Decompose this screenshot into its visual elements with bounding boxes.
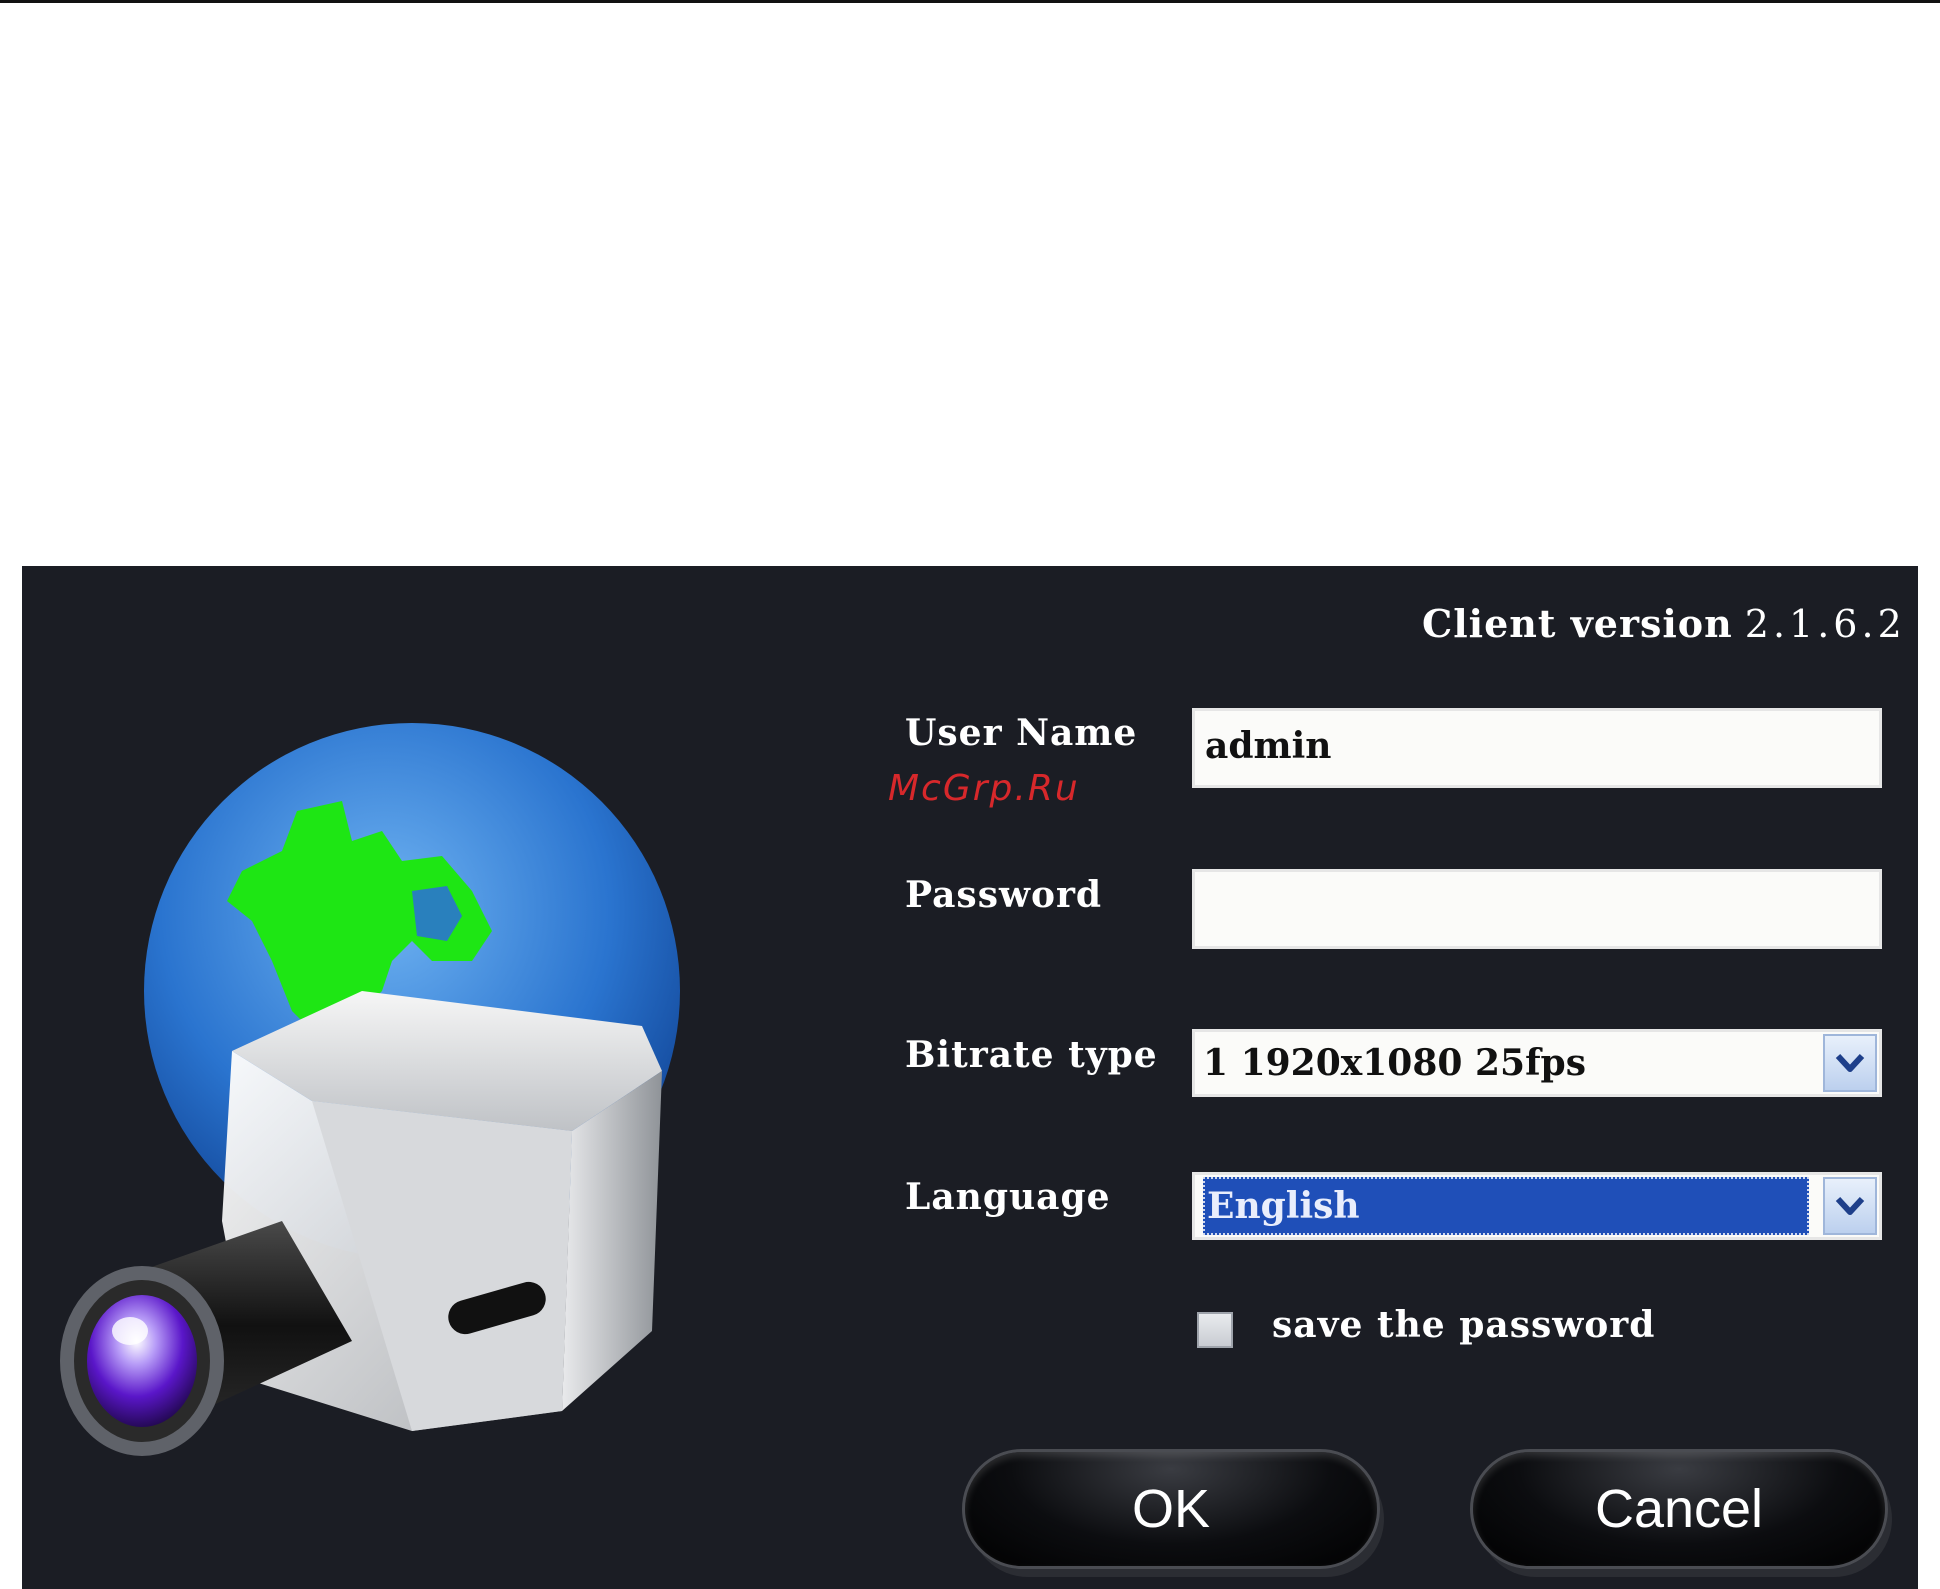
top-border-line <box>0 0 1940 3</box>
language-label: Language <box>905 1176 1111 1218</box>
language-select[interactable]: English <box>1192 1172 1882 1240</box>
globe-camera-icon <box>60 723 680 1456</box>
save-password-label: save the password <box>1272 1304 1656 1346</box>
cancel-button[interactable]: Cancel <box>1470 1449 1888 1569</box>
password-field[interactable] <box>1192 869 1882 949</box>
watermark-text: McGrp.Ru <box>888 768 1080 809</box>
client-version-number: 2.1.6.2 <box>1744 602 1906 646</box>
ok-button[interactable]: OK <box>962 1449 1380 1569</box>
bitrate-type-select[interactable]: 1 1920x1080 25fps <box>1192 1029 1882 1097</box>
language-value: English <box>1203 1177 1809 1235</box>
bitrate-type-value: 1 1920x1080 25fps <box>1203 1042 1586 1084</box>
login-dialog: Client version 2.1.6.2 McGrp.Ru User Name… <box>22 566 1918 1589</box>
password-label: Password <box>905 874 1103 916</box>
chevron-down-icon[interactable] <box>1823 1177 1877 1235</box>
username-label: User Name <box>905 712 1138 754</box>
chevron-down-icon[interactable] <box>1823 1034 1877 1092</box>
save-password-checkbox[interactable] <box>1197 1312 1233 1348</box>
client-version-label: Client version <box>1422 601 1733 646</box>
username-field[interactable]: admin <box>1192 708 1882 788</box>
client-version: Client version 2.1.6.2 <box>1422 601 1918 646</box>
bitrate-type-label: Bitrate type <box>905 1034 1158 1076</box>
